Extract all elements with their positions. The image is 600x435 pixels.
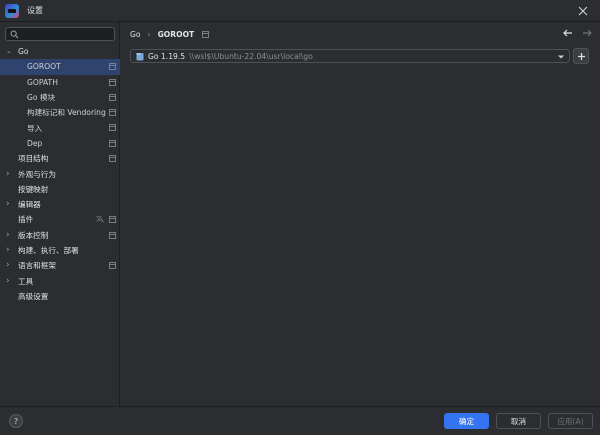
settings-content: Go › GOROOT Go 1.19.5 \\wsl$\Ubuntu-22.0… — [121, 22, 600, 406]
sidebar-item-label: 高级设置 — [18, 291, 49, 301]
sidebar-item-2[interactable]: GOPATH — [0, 75, 120, 90]
project-scope-icon — [109, 262, 116, 270]
ok-button[interactable]: 确定 — [444, 413, 489, 429]
sidebar-item-16[interactable]: 高级设置 — [0, 289, 120, 304]
sidebar-item-label: Go — [18, 47, 29, 57]
add-sdk-button[interactable] — [573, 48, 589, 64]
forward-arrow-icon[interactable] — [581, 27, 593, 39]
project-scope-icon — [109, 155, 116, 162]
sidebar-item-10[interactable]: › 编辑器 — [0, 197, 120, 212]
project-scope-icon — [109, 63, 116, 71]
sidebar-item-label: Dep — [27, 138, 43, 148]
chevron-right-icon[interactable]: › — [6, 276, 14, 286]
sdk-folder-icon — [136, 52, 144, 60]
title-bar: 设置 — [0, 0, 600, 22]
project-scope-icon — [109, 109, 116, 117]
sidebar-item-label: 版本控制 — [18, 230, 49, 240]
sidebar-item-9[interactable]: 按键映射 — [0, 182, 120, 197]
sidebar-item-6[interactable]: Dep — [0, 136, 120, 151]
sidebar-item-label: 插件 — [18, 215, 34, 225]
help-button[interactable]: ? — [9, 414, 23, 428]
settings-sidebar: ⌄ Go GOROOT GOPATH Go 模块构建标记和 Vendoring 导入 Dep… — [0, 22, 120, 406]
chevron-right-icon[interactable]: › — [6, 246, 14, 255]
sidebar-item-1[interactable]: GOROOT — [0, 59, 120, 75]
sidebar-item-label: 语言和框架 — [18, 261, 56, 271]
project-scope-icon — [109, 78, 116, 86]
sidebar-item-7[interactable]: 项目结构 — [0, 151, 120, 166]
chevron-right-icon: › — [147, 29, 151, 39]
sidebar-item-label: GOPATH — [27, 77, 58, 87]
search-icon — [10, 30, 19, 38]
chevron-down-icon — [558, 55, 564, 59]
sidebar-item-label: 构建标记和 Vendoring — [27, 108, 106, 118]
plus-icon — [577, 52, 585, 60]
sidebar-item-label: 外观与行为 — [18, 169, 56, 179]
window-title: 设置 — [27, 6, 43, 15]
sidebar-item-label: GOROOT — [27, 62, 61, 72]
cancel-button[interactable]: 取消 — [496, 413, 541, 429]
chevron-right-icon[interactable]: › — [6, 230, 14, 240]
breadcrumb-item-goroot: GOROOT — [157, 29, 195, 39]
sidebar-item-label: 项目结构 — [18, 154, 49, 164]
sidebar-item-8[interactable]: › 外观与行为 — [0, 166, 120, 181]
project-scope-icon — [109, 93, 116, 101]
project-scope-icon — [109, 124, 116, 132]
sidebar-item-label: 按键映射 — [18, 184, 49, 194]
settings-search-box[interactable] — [5, 27, 115, 41]
chevron-down-icon[interactable]: ⌄ — [6, 48, 14, 55]
sidebar-item-label: 编辑器 — [18, 200, 41, 210]
sidebar-item-4[interactable]: 构建标记和 Vendoring — [0, 105, 120, 120]
svg-text:文: 文 — [96, 215, 102, 223]
sidebar-item-label: 构建、执行、部署 — [18, 246, 79, 255]
sidebar-item-5[interactable]: 导入 — [0, 120, 120, 135]
breadcrumb: Go › GOROOT — [130, 27, 210, 41]
settings-tree: ⌄ Go GOROOT GOPATH Go 模块构建标记和 Vendoring 导入 Dep… — [0, 44, 120, 304]
sidebar-item-12[interactable]: › 版本控制 — [0, 228, 120, 243]
apply-button[interactable]: 应用(A) — [548, 413, 593, 429]
translate-icon: 文 — [96, 215, 104, 223]
project-scope-icon — [109, 139, 116, 147]
sidebar-item-label: 导入 — [27, 123, 43, 133]
sidebar-item-11[interactable]: 插件 文 — [0, 212, 120, 227]
back-arrow-icon[interactable] — [562, 27, 574, 39]
project-scope-icon — [109, 216, 116, 224]
chevron-right-icon[interactable]: › — [6, 169, 14, 179]
breadcrumb-item-go[interactable]: Go — [130, 30, 141, 39]
sidebar-item-label: 工具 — [18, 276, 34, 286]
chevron-right-icon[interactable]: › — [6, 200, 14, 209]
sdk-path: \\wsl$\Ubuntu-22.04\usr\local\go — [189, 51, 313, 61]
sidebar-item-15[interactable]: › 工具 — [0, 273, 120, 288]
goroot-sdk-select[interactable]: Go 1.19.5 \\wsl$\Ubuntu-22.04\usr\local\… — [130, 49, 570, 63]
sidebar-item-0[interactable]: ⌄ Go — [0, 44, 120, 59]
sdk-name: Go 1.19.5 — [148, 51, 186, 61]
project-scope-icon — [202, 30, 210, 38]
goland-app-icon — [5, 3, 19, 18]
close-button[interactable] — [576, 4, 590, 18]
sidebar-item-3[interactable]: Go 模块 — [0, 90, 120, 105]
project-scope-icon — [109, 231, 116, 239]
sidebar-item-label: Go 模块 — [27, 93, 56, 103]
sidebar-item-14[interactable]: › 语言和框架 — [0, 258, 120, 273]
close-icon — [578, 6, 588, 16]
chevron-right-icon[interactable]: › — [6, 261, 14, 270]
sidebar-item-13[interactable]: › 构建、执行、部署 — [0, 243, 120, 258]
settings-search-input[interactable] — [22, 29, 112, 39]
